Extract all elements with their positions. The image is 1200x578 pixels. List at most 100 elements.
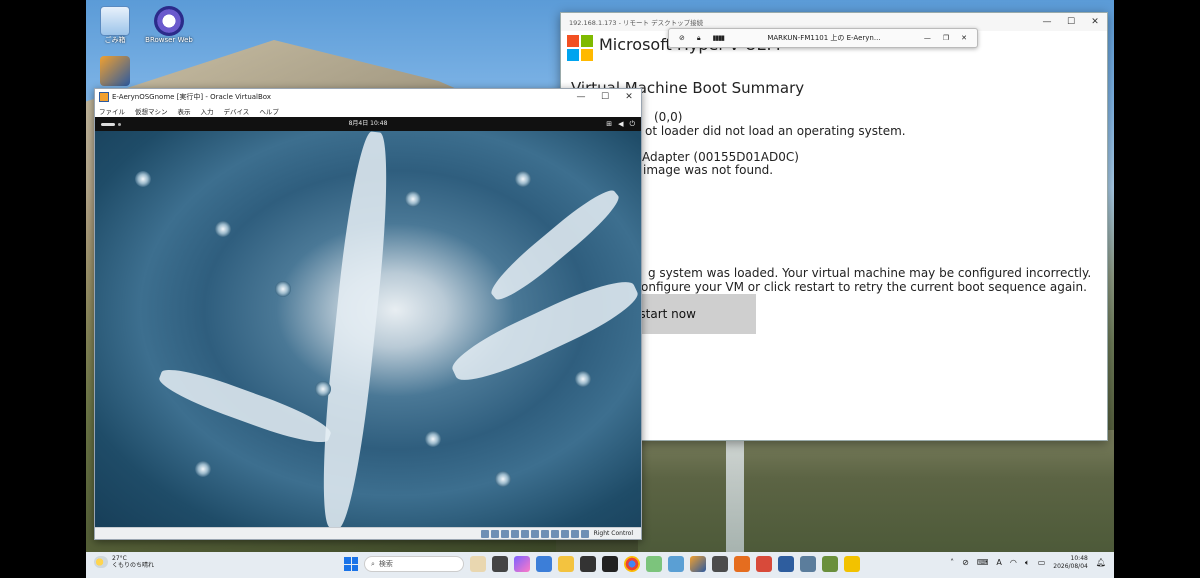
taskbar-time: 10:48 xyxy=(1070,555,1088,562)
chrome-icon[interactable] xyxy=(624,556,640,572)
taskbar: 27°C くもりのち晴れ ⌕ 検索 ˄ ⊘ ⌨ A ◠ 🔈︎ ▭ 10:48 2… xyxy=(86,552,1114,578)
close-button[interactable]: ✕ xyxy=(1083,17,1107,27)
search-icon: ⌕ xyxy=(371,559,375,568)
task-view-icon[interactable] xyxy=(492,556,508,572)
usb-status-icon[interactable] xyxy=(520,529,529,538)
app-icon-navy[interactable] xyxy=(778,556,794,572)
start-button[interactable] xyxy=(344,557,358,571)
virtualbox-window-title: E-AerynOSGnome [実行中] - Oracle VirtualBox xyxy=(112,93,271,101)
shared-folder-status-icon[interactable] xyxy=(530,529,539,538)
keyboard-status-icon[interactable] xyxy=(580,529,589,538)
rdp-lock-icon: 🔒︎ xyxy=(696,33,701,42)
volume-icon[interactable]: 🔈︎ xyxy=(1025,558,1030,568)
audio-status-icon[interactable] xyxy=(500,529,509,538)
remote-desktop-icon[interactable] xyxy=(536,556,552,572)
gnome-top-bar: 8月4日 10:48 ⊞ ◀ ⏻ xyxy=(95,117,641,131)
system-tray: ˄ ⊘ ⌨ A ◠ 🔈︎ ▭ 10:48 2026/08/04 🔔︎ xyxy=(950,555,1106,571)
guest-clock[interactable]: 8月4日 10:48 xyxy=(95,120,641,128)
menu-view[interactable]: 表示 xyxy=(178,106,191,116)
weather-temp: 27°C xyxy=(112,555,127,562)
file-explorer-icon[interactable] xyxy=(558,556,574,572)
rdp-connection-bar[interactable]: ⊘ 🔒︎ ▮▮▮▮ MARKUN-FM1101 上の E-Aeryn... — … xyxy=(668,28,978,48)
app-icon-yellow[interactable] xyxy=(844,556,860,572)
app-icon-green[interactable] xyxy=(646,556,662,572)
taskbar-date: 2026/08/04 xyxy=(1053,562,1088,570)
letterbox-right xyxy=(1114,0,1200,578)
app-icon-red[interactable] xyxy=(756,556,772,572)
wifi-icon[interactable]: ◠ xyxy=(1010,558,1017,567)
app-icon-slate[interactable] xyxy=(800,556,816,572)
weather-widget[interactable]: 27°C くもりのち晴れ xyxy=(94,555,154,569)
guest-wallpaper-forest xyxy=(95,131,641,529)
host-key-label: Right Control xyxy=(593,530,633,537)
minimize-button[interactable]: — xyxy=(569,92,593,102)
weather-icon xyxy=(94,556,108,569)
boot-failure-message: g system was loaded. Your virtual machin… xyxy=(648,266,1092,280)
rdp-restore-button[interactable]: ❐ xyxy=(943,34,949,42)
display-status-icon[interactable] xyxy=(540,529,549,538)
terminal-icon[interactable] xyxy=(580,556,596,572)
app-icon-blue[interactable] xyxy=(668,556,684,572)
maximize-button[interactable]: ☐ xyxy=(593,92,617,102)
menu-help[interactable]: ヘルプ xyxy=(259,106,279,116)
rdp-signal-icon: ▮▮▮▮ xyxy=(712,34,725,42)
keyboard-icon[interactable]: ⌨ xyxy=(977,558,989,567)
menu-file[interactable]: ファイル xyxy=(99,106,125,116)
network-status-icon[interactable] xyxy=(510,529,519,538)
rdp-host-name: MARKUN-FM1101 上の E-Aeryn... xyxy=(767,34,881,42)
wallpaper-gorge xyxy=(638,430,1114,552)
virtualbox-icon xyxy=(100,56,130,86)
rdp-minimize-button[interactable]: — xyxy=(924,34,931,42)
hyperv-remote-desktop-window[interactable]: 192.168.1.173 - リモート デスクトップ接続 — ☐ ✕ Micr… xyxy=(560,12,1108,441)
search-placeholder: 検索 xyxy=(378,560,393,568)
copilot-icon[interactable] xyxy=(514,556,530,572)
hdd-status-icon[interactable] xyxy=(480,529,489,538)
notification-bell-icon[interactable]: 🔔︎ xyxy=(1096,558,1106,567)
app-icon-olive[interactable] xyxy=(822,556,838,572)
boot-entry-message-2: image was not found. xyxy=(643,163,774,177)
app-icon-orange[interactable] xyxy=(734,556,750,572)
battery-icon[interactable]: ▭ xyxy=(1038,558,1046,567)
virtualbox-title-bar: E-AerynOSGnome [実行中] - Oracle VirtualBox… xyxy=(95,89,641,105)
desktop-icon-label: ごみ箱 xyxy=(104,36,126,44)
no-network-icon[interactable]: ⊘ xyxy=(962,558,969,567)
virtualbox-taskbar-icon[interactable] xyxy=(690,556,706,572)
virtualbox-app-icon xyxy=(99,92,109,102)
desktop-icon-browser[interactable]: BRowser Web xyxy=(142,6,196,45)
menu-input[interactable]: 入力 xyxy=(201,106,214,116)
recycle-bin-icon xyxy=(100,6,130,36)
guest-screen[interactable]: 8月4日 10:48 ⊞ ◀ ⏻ xyxy=(95,117,641,529)
boot-entry-adapter: Adapter (00155D01AD0C) xyxy=(642,150,799,164)
taskbar-apps: ⌕ 検索 xyxy=(344,556,860,572)
virtualbox-menu-bar: ファイル 仮想マシン 表示 入力 デバイス ヘルプ xyxy=(95,105,641,117)
mouse-status-icon[interactable] xyxy=(570,529,579,538)
recording-status-icon[interactable] xyxy=(550,529,559,538)
menu-devices[interactable]: デバイス xyxy=(224,106,250,116)
widgets-icon[interactable] xyxy=(470,556,486,572)
rdp-close-button[interactable]: ✕ xyxy=(961,34,967,42)
optical-status-icon[interactable] xyxy=(490,529,499,538)
desktop-icon-recycle-bin[interactable]: ごみ箱 xyxy=(88,6,142,45)
letterbox-left xyxy=(0,0,86,578)
desktop-icon-virtualbox[interactable] xyxy=(88,56,142,86)
taskbar-search[interactable]: ⌕ 検索 xyxy=(364,556,464,572)
maximize-button[interactable]: ☐ xyxy=(1059,17,1083,27)
wallpaper-waterfall xyxy=(726,440,744,552)
weather-desc: くもりのち晴れ xyxy=(112,562,155,570)
cpu-status-icon[interactable] xyxy=(560,529,569,538)
virtualbox-status-bar: Right Control xyxy=(95,527,641,539)
app-icon-gray[interactable] xyxy=(712,556,728,572)
rdp-pin-icon[interactable]: ⊘ xyxy=(679,34,685,42)
app-icon-dark[interactable] xyxy=(602,556,618,572)
taskbar-clock[interactable]: 10:48 2026/08/04 xyxy=(1053,555,1088,571)
boot-entry-index: (0,0) xyxy=(654,110,683,124)
chevron-up-icon[interactable]: ˄ xyxy=(950,558,954,567)
virtualbox-window[interactable]: E-AerynOSGnome [実行中] - Oracle VirtualBox… xyxy=(94,88,642,540)
desktop-icon-label: BRowser Web xyxy=(145,36,193,44)
boot-entry-message: ot loader did not load an operating syst… xyxy=(645,124,906,138)
menu-machine[interactable]: 仮想マシン xyxy=(135,106,168,116)
minimize-button[interactable]: — xyxy=(1035,17,1059,27)
close-button[interactable]: ✕ xyxy=(617,92,641,102)
ime-indicator[interactable]: A xyxy=(996,558,1001,567)
boot-failure-hint: onfigure your VM or click restart to ret… xyxy=(641,280,1087,294)
